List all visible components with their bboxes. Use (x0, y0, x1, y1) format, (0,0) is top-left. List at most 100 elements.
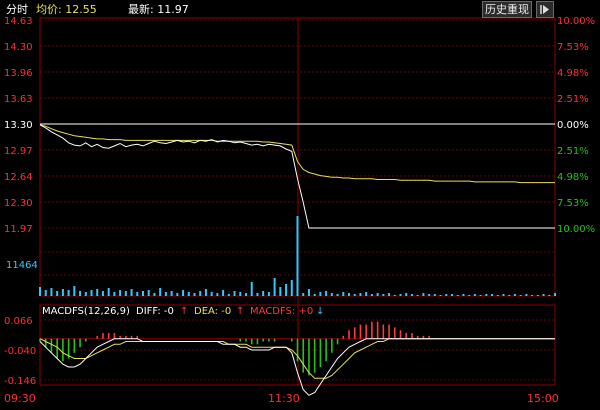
volume-bar (370, 294, 373, 296)
volume-bar (388, 293, 391, 296)
volume-bar (348, 293, 350, 296)
percent-tick: 2.51% (557, 94, 589, 105)
volume-bar (410, 294, 413, 296)
time-tick: 15:00 (527, 392, 559, 405)
volume-bar (107, 288, 110, 296)
volume-bar (519, 295, 522, 296)
volume-bar (279, 287, 282, 296)
volume-bar (548, 295, 551, 296)
volume-bar (56, 291, 59, 296)
volume-bar (451, 294, 453, 296)
macd-macdfs-label: MACDFS: +0 (250, 306, 313, 317)
volume-bar (485, 294, 488, 296)
volume-bar (44, 290, 47, 296)
price-axis-left: 14.63 14.30 13.96 13.63 13.30 12.97 12.64 12.30… (4, 16, 33, 235)
volume-bar (393, 295, 396, 296)
nav-right-icon[interactable] (536, 1, 554, 18)
up-arrow-icon: ↑ (236, 306, 244, 317)
volume-bar (164, 292, 167, 296)
volume-bar (267, 292, 270, 296)
volume-bar (61, 289, 64, 296)
price-tick: 13.30 (4, 120, 33, 131)
volume-bar (428, 294, 431, 296)
volume-bar (273, 278, 276, 296)
volume-bar (142, 291, 144, 296)
volume-bar (319, 292, 322, 296)
volume-bar (525, 294, 528, 296)
volume-bar (84, 292, 87, 296)
volume-bar (250, 282, 253, 296)
volume-bar (365, 292, 368, 296)
percent-tick: 2.51% (557, 146, 589, 157)
macd-tick: 0.066 (4, 316, 33, 327)
volume-bar (176, 293, 179, 296)
avg-price-label: 均价: 12.55 (36, 3, 97, 16)
volume-bar (90, 290, 93, 296)
volume-bar (227, 294, 230, 296)
volume-bar (296, 216, 299, 296)
macd-dea-label: DEA: -0 (194, 306, 231, 317)
volume-bar (302, 293, 305, 296)
volume-bar (491, 294, 494, 296)
volume-bar (313, 294, 316, 296)
chart-canvas[interactable]: 分时 均价: 12.55 最新: 11.97 14.63 14.30 13.96 13… (0, 0, 600, 410)
volume-axis-label: 11464 (6, 260, 38, 271)
percent-tick: 7.53% (557, 198, 589, 209)
volume-bar (502, 294, 505, 296)
price-tick: 12.97 (4, 146, 33, 157)
volume-bar (416, 295, 419, 296)
volume-bar (405, 293, 408, 296)
volume-bar (79, 291, 82, 296)
down-arrow-icon: ↓ (316, 306, 324, 317)
volume-bar (422, 293, 425, 296)
volume-bar (216, 293, 219, 296)
volume-bar (290, 280, 293, 296)
history-replay-button[interactable]: 历史重现 (482, 1, 532, 18)
volume-bar (479, 295, 482, 296)
price-tick: 13.96 (4, 68, 33, 79)
volume-bar (113, 292, 116, 296)
percent-tick: 10.00% (557, 16, 595, 27)
volume-bar (136, 292, 139, 296)
volume-bar (468, 295, 471, 296)
price-tick: 14.63 (4, 16, 33, 27)
volume-bar (531, 295, 534, 296)
macd-tick: -0.146 (4, 376, 36, 387)
percent-tick: 4.98% (557, 172, 589, 183)
volume-bar (239, 292, 242, 296)
volume-bar (245, 293, 247, 296)
price-tick: 11.97 (4, 224, 33, 235)
volume-bar (462, 294, 465, 296)
timeshare-chart: 分时 均价: 12.55 最新: 11.97 14.63 14.30 13.96 13… (0, 0, 600, 410)
volume-bar (325, 291, 328, 296)
volume-bar (182, 290, 185, 296)
volume-bar (130, 289, 133, 296)
volume-bar (473, 294, 476, 296)
volume-bar (433, 294, 436, 296)
macd-diff-label: DIFF: -0 (136, 306, 174, 317)
volume-bar (124, 291, 127, 296)
volume-bar (210, 292, 213, 296)
latest-price-label: 最新: 11.97 (128, 2, 189, 16)
volume-bar (382, 294, 385, 296)
percent-tick: 0.00% (557, 120, 589, 131)
time-axis: 09:30 11:30 15:00 (4, 392, 559, 405)
volume-bar (353, 294, 356, 296)
volume-bar (39, 287, 41, 296)
up-arrow-icon: ↑ (180, 306, 188, 317)
volume-bar (159, 288, 162, 296)
macd-axis: 0.066 -0.040 -0.146 (4, 316, 555, 387)
volume-bar (496, 295, 499, 296)
volume-bar (456, 295, 459, 296)
macd-tick: -0.040 (4, 346, 36, 357)
volume-bar (439, 295, 442, 296)
volume-bar (342, 292, 345, 296)
volume-bar (508, 295, 511, 296)
volume-bar (376, 293, 379, 296)
volume-bar (256, 293, 259, 296)
volume-bar (96, 289, 99, 296)
percent-tick: 4.98% (557, 68, 589, 79)
volume-bar (307, 289, 310, 296)
volume-bar (147, 290, 150, 296)
volume-bar (170, 291, 173, 296)
